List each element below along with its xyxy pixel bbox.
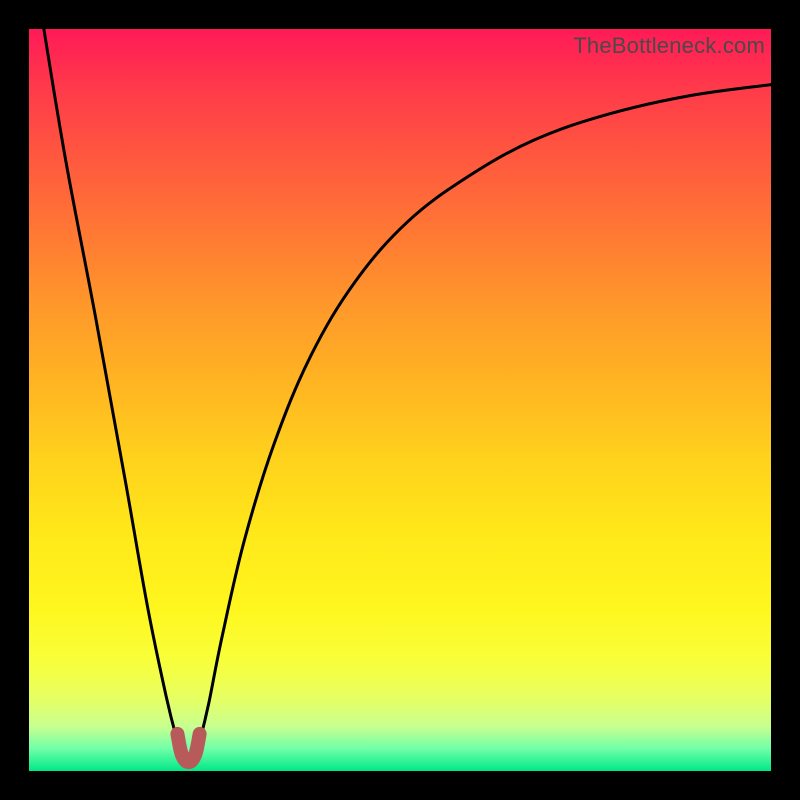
optimal-marker xyxy=(177,734,199,762)
chart-plot-area: TheBottleneck.com xyxy=(29,29,771,771)
curve-chart xyxy=(29,29,771,771)
bottleneck-curve xyxy=(44,29,771,764)
